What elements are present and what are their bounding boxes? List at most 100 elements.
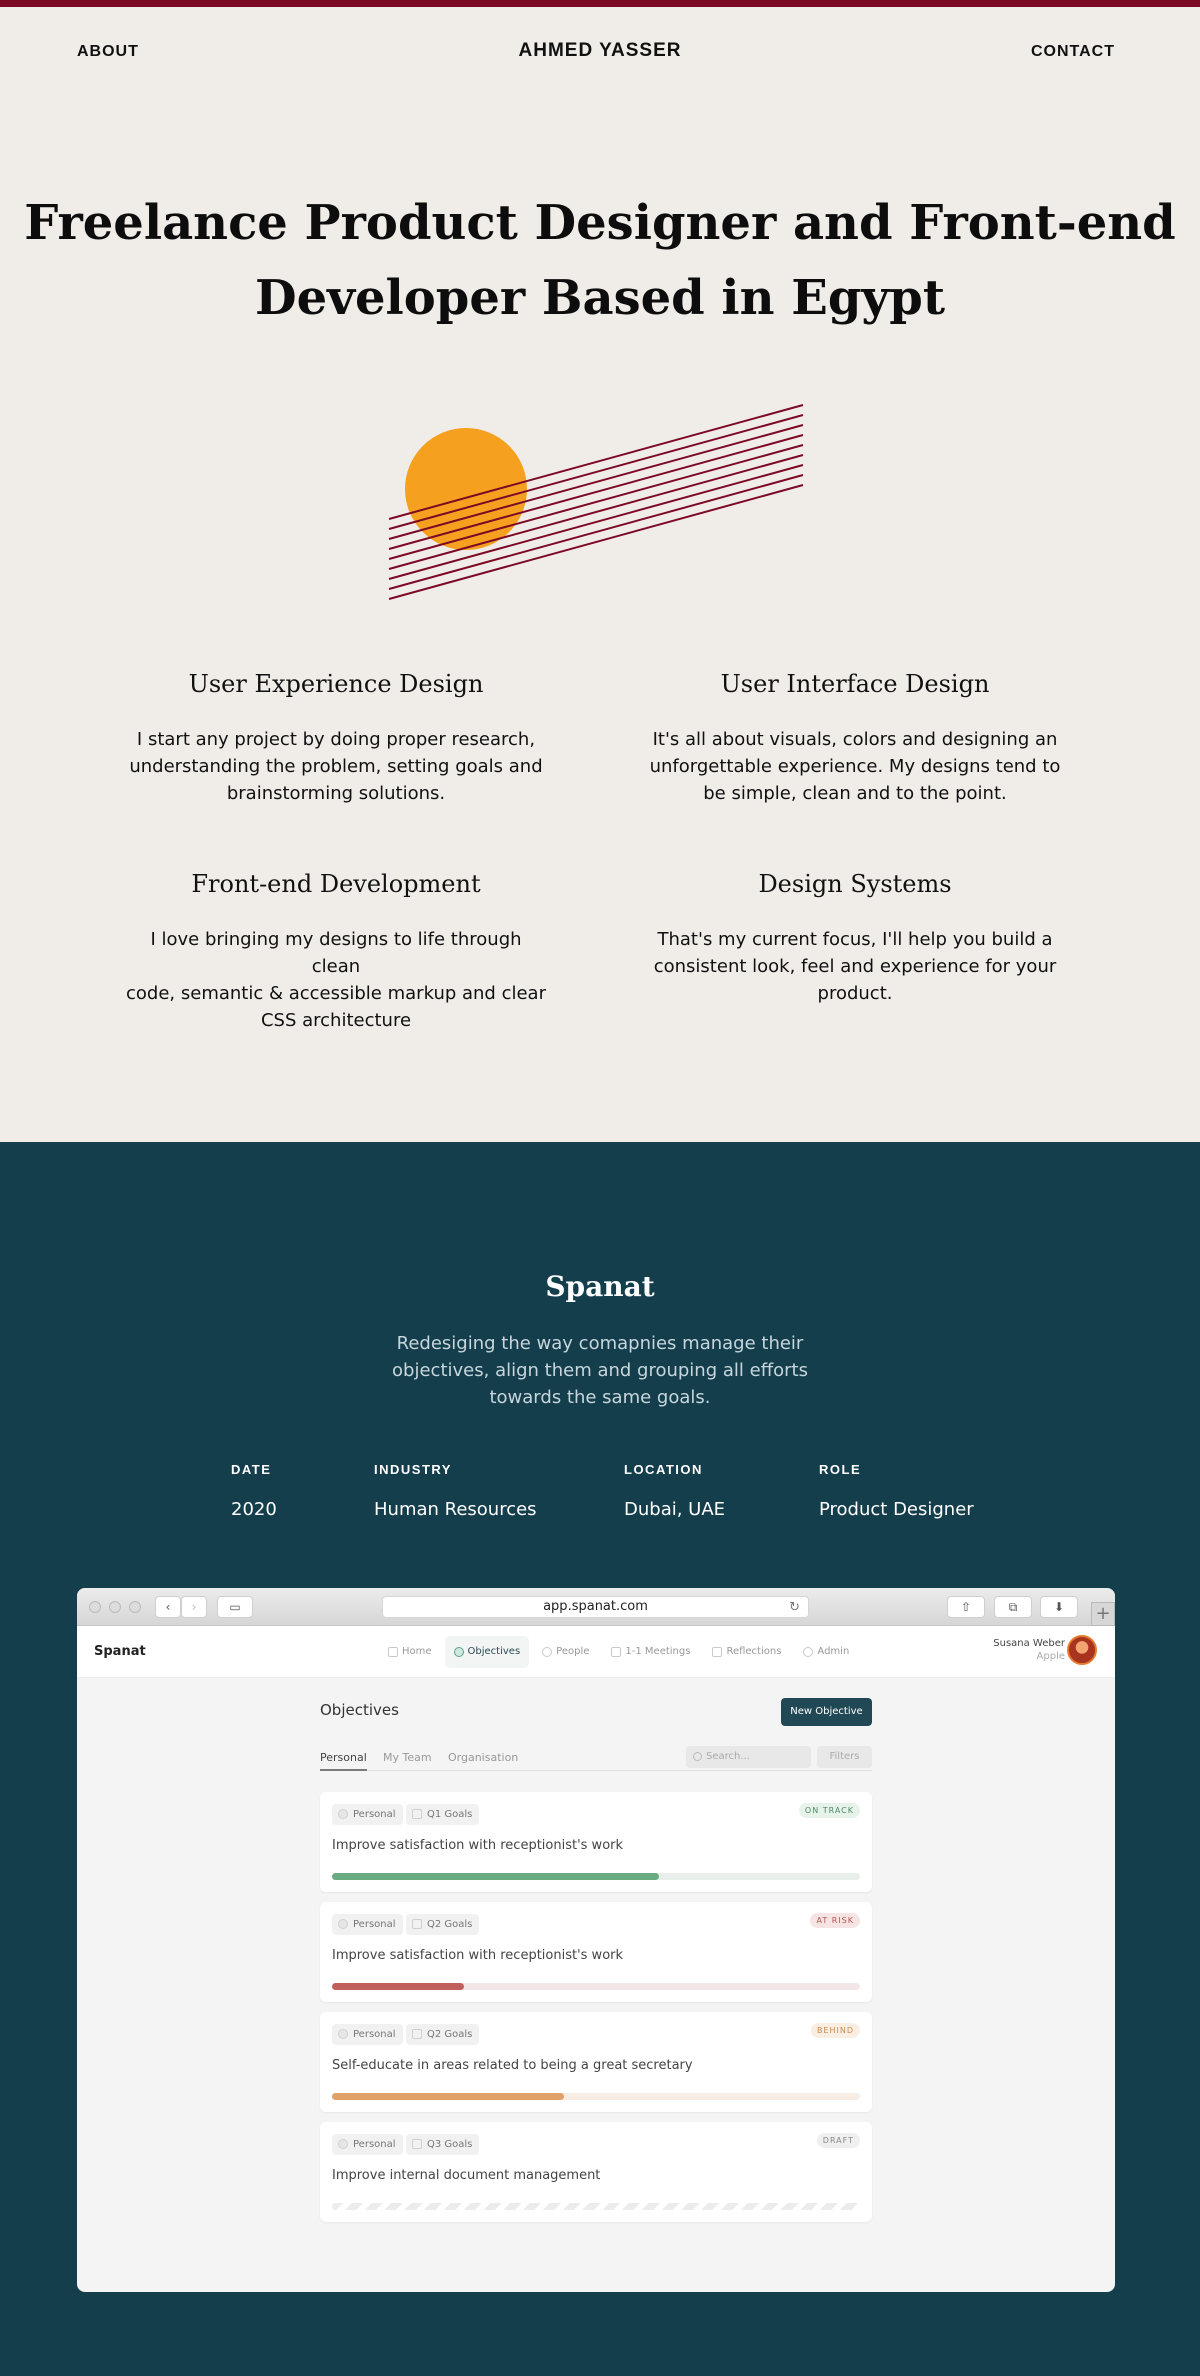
- service-desc-line: CSS architecture: [260, 1010, 412, 1031]
- hero-line-2: Developer Based in Egypt: [254, 270, 946, 326]
- chat-icon: [611, 1647, 622, 1657]
- nav-contact-link[interactable]: CONTACT: [1031, 43, 1115, 61]
- goal-chip: Q1 Goals: [406, 1804, 480, 1825]
- new-objective-button[interactable]: New Objective: [781, 1698, 872, 1726]
- chip-label: Personal: [353, 1919, 396, 1930]
- service-desc: I start any project by doing proper rese…: [126, 726, 546, 807]
- service-ui: User Interface Design It's all about vis…: [645, 670, 1065, 807]
- meta-value: Human Resources: [374, 1499, 537, 1520]
- service-desc-line: be simple, clean and to the point.: [703, 783, 1007, 804]
- project-desc-line: Redesiging the way comapnies manage thei…: [396, 1333, 804, 1354]
- status-badge: ON TRACK: [798, 1803, 860, 1818]
- calendar-icon: [412, 2139, 422, 2149]
- objective-card[interactable]: Personal Q1 Goals ON TRACK Improve satis…: [320, 1792, 872, 1892]
- tag-chip: Personal: [332, 1804, 403, 1825]
- service-desc-line: consistent look, feel and experience for…: [653, 956, 1057, 977]
- nav-meetings[interactable]: 1-1 Meetings: [602, 1636, 699, 1668]
- chip-label: Q2 Goals: [427, 2029, 473, 2040]
- window-close-dot[interactable]: [89, 1601, 101, 1613]
- tag-chip: Personal: [332, 2134, 403, 2155]
- site-brand[interactable]: AHMED YASSER: [0, 40, 1200, 62]
- address-bar[interactable]: app.spanat.com ↻: [382, 1596, 809, 1618]
- project-section: Spanat Redesiging the way comapnies mana…: [0, 1142, 1200, 2376]
- objective-card[interactable]: Personal Q2 Goals AT RISK Improve satisf…: [320, 1902, 872, 2002]
- share-icon[interactable]: ⇧: [947, 1596, 985, 1618]
- tabs-icon[interactable]: ⧉: [994, 1596, 1032, 1618]
- service-ux: User Experience Design I start any proje…: [126, 670, 546, 807]
- calendar-icon: [412, 2029, 422, 2039]
- meta-label: LOCATION: [624, 1462, 703, 1477]
- tag-chip: Personal: [332, 2024, 403, 2045]
- home-icon: [388, 1647, 398, 1657]
- progress-bar: [332, 1983, 860, 1990]
- window-zoom-dot[interactable]: [129, 1601, 141, 1613]
- service-title: User Experience Design: [188, 670, 484, 698]
- window-minimize-dot[interactable]: [109, 1601, 121, 1613]
- project-desc-line: objectives, align them and grouping all …: [392, 1360, 808, 1381]
- meta-value: Product Designer: [819, 1499, 974, 1520]
- hero-illustration: [388, 404, 804, 600]
- new-tab-icon[interactable]: +: [1091, 1602, 1115, 1626]
- nav-people[interactable]: People: [533, 1636, 598, 1668]
- nav-label: Objectives: [467, 1646, 521, 1657]
- progress-bar: [332, 2093, 860, 2100]
- target-icon: [453, 1647, 464, 1657]
- user-icon: [338, 2029, 348, 2039]
- filters-button[interactable]: Filters: [817, 1746, 872, 1768]
- progress-fill: [332, 2093, 565, 2100]
- user-icon: [338, 1919, 348, 1929]
- progress-bar-draft: [332, 2203, 860, 2210]
- meta-label: DATE: [231, 1462, 272, 1477]
- objective-title: Improve satisfaction with receptionist's…: [332, 1838, 624, 1853]
- nav-label: People: [556, 1646, 590, 1657]
- user-company: Apple: [1036, 1651, 1065, 1662]
- meta-value: 2020: [231, 1499, 277, 1520]
- objective-title: Improve internal document management: [332, 2168, 601, 2183]
- forward-icon[interactable]: ›: [181, 1596, 207, 1618]
- reload-icon[interactable]: ↻: [789, 1598, 800, 1618]
- app-logo[interactable]: Spanat: [94, 1644, 146, 1659]
- user-info[interactable]: Susana Weber Apple: [993, 1637, 1065, 1663]
- tab-my-team[interactable]: My Team: [383, 1751, 432, 1771]
- page-title: Objectives: [320, 1701, 399, 1719]
- tab-organisation[interactable]: Organisation: [448, 1751, 518, 1771]
- chip-label: Q1 Goals: [427, 1809, 473, 1820]
- download-icon[interactable]: ⬇: [1040, 1596, 1078, 1618]
- gear-icon: [803, 1647, 814, 1657]
- service-desc-line: I love bringing my designs to life throu…: [150, 929, 522, 977]
- site-nav: ABOUT AHMED YASSER CONTACT: [0, 7, 1200, 97]
- tab-personal[interactable]: Personal: [320, 1751, 367, 1771]
- objective-card[interactable]: Personal Q2 Goals BEHIND Self-educate in…: [320, 2012, 872, 2112]
- nav-label: Home: [402, 1646, 432, 1657]
- progress-fill: [332, 1873, 660, 1880]
- service-desc-line: That's my current focus, I'll help you b…: [657, 929, 1053, 950]
- meta-industry: INDUSTRY Human Resources: [374, 1462, 537, 1520]
- service-desc-line: product.: [817, 983, 893, 1004]
- status-badge: DRAFT: [816, 2133, 860, 2148]
- objective-card[interactable]: Personal Q3 Goals DRAFT Improve internal…: [320, 2122, 872, 2222]
- top-accent-bar: [0, 0, 1200, 7]
- hero-heading: Freelance Product Designer and Front-end…: [0, 186, 1200, 336]
- meta-date: DATE 2020: [231, 1462, 277, 1520]
- nav-home[interactable]: Home: [379, 1636, 441, 1668]
- avatar[interactable]: [1067, 1635, 1097, 1665]
- url-text: app.spanat.com: [543, 1599, 648, 1614]
- meta-label: ROLE: [819, 1462, 862, 1477]
- chip-label: Personal: [353, 2139, 396, 2150]
- service-desc: That's my current focus, I'll help you b…: [645, 926, 1065, 1007]
- calendar-icon: [412, 1809, 422, 1819]
- search-input[interactable]: Search...: [686, 1746, 811, 1768]
- nav-reflections[interactable]: Reflections: [703, 1636, 790, 1668]
- user-name: Susana Weber: [993, 1638, 1065, 1649]
- nav-objectives[interactable]: Objectives: [444, 1636, 530, 1668]
- project-description: Redesiging the way comapnies manage thei…: [390, 1330, 810, 1411]
- app-nav: Home Objectives People 1-1 Meetings Refl…: [379, 1636, 858, 1668]
- nav-admin[interactable]: Admin: [794, 1636, 858, 1668]
- objective-title: Improve satisfaction with receptionist's…: [332, 1948, 624, 1963]
- objective-title: Self-educate in areas related to being a…: [332, 2058, 693, 2073]
- service-title: Front-end Development: [191, 870, 481, 898]
- sidebar-toggle-icon[interactable]: ▭: [217, 1596, 253, 1618]
- back-icon[interactable]: ‹: [155, 1596, 181, 1618]
- goal-chip: Q2 Goals: [406, 1914, 480, 1935]
- service-desc-line: It's all about visuals, colors and desig…: [652, 729, 1058, 750]
